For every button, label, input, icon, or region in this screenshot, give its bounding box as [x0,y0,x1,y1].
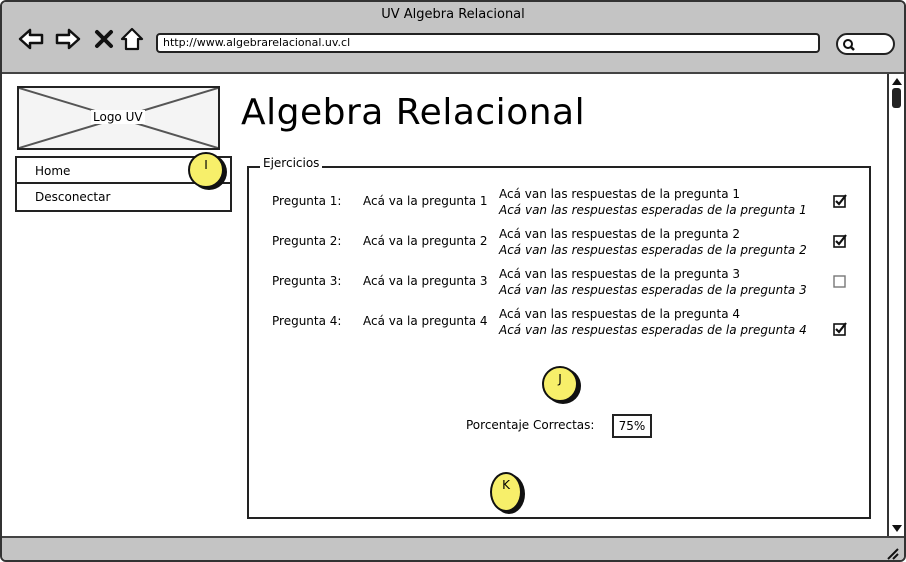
search-input[interactable] [836,33,895,55]
resize-grip-icon[interactable] [884,546,900,560]
question-row: Pregunta 3: Acá va la pregunta 3 Acá van… [272,266,852,302]
checkbox-checked[interactable] [833,234,847,248]
checkbox-checked[interactable] [833,322,847,336]
checkbox-checked[interactable] [833,194,847,208]
scroll-thumb[interactable] [892,88,901,108]
question-label: Pregunta 2: [272,234,342,248]
search-icon [843,39,855,51]
expected-answers-text: Acá van las respuestas esperadas de la p… [499,283,807,297]
callout-k: K [490,472,522,512]
logo-label: Logo UV [91,110,145,124]
answers-text: Acá van las respuestas de la pregunta 1 [499,187,741,201]
expected-answers-text: Acá van las respuestas esperadas de la p… [499,203,807,217]
sidebar-item-logout[interactable]: Desconectar [17,184,230,210]
status-bar [2,536,904,560]
url-input[interactable]: http://www.algebrarelacional.uv.cl [156,33,820,53]
expected-answers-text: Acá van las respuestas esperadas de la p… [499,243,807,257]
answers-block: Acá van las respuestas de la pregunta 2 … [499,226,807,258]
expected-answers-text: Acá van las respuestas esperadas de la p… [499,323,807,337]
answers-block: Acá van las respuestas de la pregunta 4 … [499,306,807,338]
answers-text: Acá van las respuestas de la pregunta 3 [499,267,741,281]
score-value: 75% [612,414,652,438]
window-title: UV Algebra Relacional [381,7,525,22]
stop-icon[interactable] [91,26,117,52]
browser-chrome: UV Algebra Relacional http://www.algebra… [2,2,904,74]
page-title: Algebra Relacional [241,92,586,133]
question-text: Acá va la pregunta 3 [363,274,488,288]
question-row: Pregunta 4: Acá va la pregunta 4 Acá van… [272,306,852,342]
callout-j: J [542,366,578,402]
question-row: Pregunta 2: Acá va la pregunta 2 Acá van… [272,226,852,262]
callout-i: I [188,152,224,188]
answers-block: Acá van las respuestas de la pregunta 1 … [499,186,807,218]
browser-window: UV Algebra Relacional http://www.algebra… [0,0,906,562]
question-text: Acá va la pregunta 2 [363,234,488,248]
question-label: Pregunta 3: [272,274,342,288]
forward-arrow-icon[interactable] [55,26,81,52]
question-text: Acá va la pregunta 4 [363,314,488,328]
answers-block: Acá van las respuestas de la pregunta 3 … [499,266,807,298]
score-label: Porcentaje Correctas: [466,418,595,432]
vertical-scrollbar[interactable] [887,74,904,536]
back-arrow-icon[interactable] [18,26,44,52]
question-label: Pregunta 1: [272,194,342,208]
scroll-up-icon[interactable] [891,76,903,86]
home-icon[interactable] [119,26,145,52]
question-label: Pregunta 4: [272,314,342,328]
scroll-down-icon[interactable] [891,524,903,534]
question-text: Acá va la pregunta 1 [363,194,488,208]
answers-text: Acá van las respuestas de la pregunta 4 [499,307,741,321]
question-row: Pregunta 1: Acá va la pregunta 1 Acá van… [272,186,852,222]
checkbox-unchecked[interactable] [833,274,847,288]
ejercicios-legend: Ejercicios [260,156,323,170]
logo-placeholder: Logo UV [17,86,220,150]
answers-text: Acá van las respuestas de la pregunta 2 [499,227,741,241]
